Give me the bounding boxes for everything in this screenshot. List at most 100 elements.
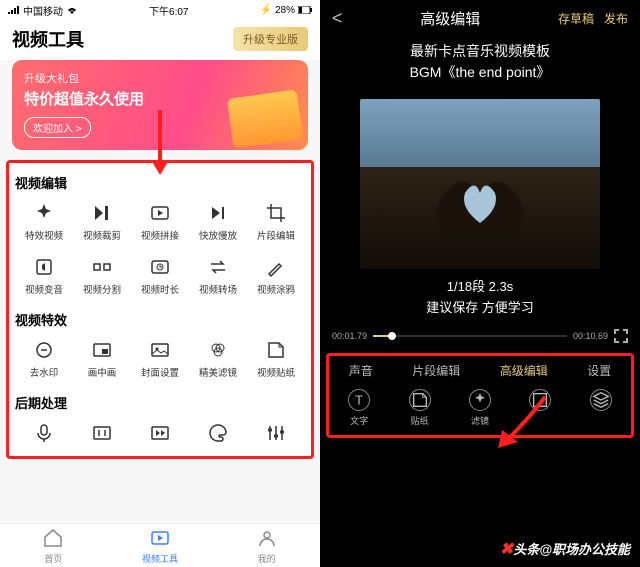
tool-cover[interactable]: 封面设置: [131, 333, 189, 387]
promo-cta[interactable]: 欢迎加入 >: [24, 117, 91, 138]
tool-label: 快放慢放: [199, 228, 237, 242]
tool-swap[interactable]: 视频转场: [189, 250, 247, 304]
annotation-arrow-icon: [145, 110, 175, 180]
tool-stamp[interactable]: 去水印: [15, 333, 73, 387]
sticker-icon: [409, 389, 431, 411]
nav-label: 我的: [258, 552, 276, 565]
tool-speed-box[interactable]: [131, 416, 189, 456]
sparkle-icon: [33, 202, 55, 224]
text-icon: T: [348, 389, 370, 411]
editor-tool-text[interactable]: T文字: [348, 389, 370, 427]
sound-box-icon: [33, 256, 55, 278]
tool-label: 精美滤镜: [199, 365, 237, 379]
svg-text:T: T: [355, 392, 363, 407]
fullscreen-icon[interactable]: [614, 329, 628, 343]
watermark: ✖头条@职场办公技能: [500, 539, 630, 559]
tool-label: 视频变音: [25, 282, 63, 296]
tool-equalizer[interactable]: [247, 416, 305, 456]
publish-button[interactable]: 发布: [604, 10, 628, 27]
nav-label: 视频工具: [142, 552, 178, 565]
timeline[interactable]: 00:01.79 00:10.69: [320, 329, 640, 343]
nav-home[interactable]: 首页: [0, 524, 107, 567]
editor-tabs-highlight-box: 声音 片段编辑 高级编辑 设置 T文字贴纸 滤镜: [326, 353, 634, 438]
equalizer-icon: [265, 422, 287, 444]
headline-2: BGM《the end point》: [320, 62, 640, 83]
tool-sticker[interactable]: 视频贴纸: [247, 333, 305, 387]
sticker-icon: [265, 339, 287, 361]
tab-声音[interactable]: 声音: [349, 362, 373, 379]
back-button[interactable]: <: [332, 8, 343, 29]
play-skip-icon: [91, 202, 113, 224]
wifi-icon: [66, 6, 78, 14]
progress-bar[interactable]: [373, 335, 567, 337]
tool-filter[interactable]: 精美滤镜: [189, 333, 247, 387]
tool-label: 画中画: [88, 365, 117, 379]
magic-icon: [469, 389, 491, 411]
tool-sparkle[interactable]: 特效视频: [15, 196, 73, 250]
clock-box-icon: [149, 256, 171, 278]
nav-play-outline[interactable]: 视频工具: [107, 524, 214, 567]
tool-label: 贴纸: [411, 414, 429, 427]
tool-label: 视频转场: [199, 282, 237, 296]
tool-palette[interactable]: [189, 416, 247, 456]
tool-play-skip[interactable]: 视频裁剪: [73, 196, 131, 250]
compress-icon: [91, 422, 113, 444]
tool-mic[interactable]: [15, 416, 73, 456]
bottom-nav: 首页视频工具 我的: [0, 523, 320, 567]
home-icon: [42, 527, 64, 551]
bolt-icon: ⚡: [260, 5, 272, 16]
editor-tool-layers[interactable]: [590, 389, 612, 427]
page-title: 视频工具: [12, 26, 84, 52]
editor-tool-sticker[interactable]: 贴纸: [409, 389, 431, 427]
save-draft-button[interactable]: 存草稿: [558, 10, 594, 27]
annotation-arrow-icon: [490, 392, 550, 452]
tool-brush[interactable]: 视频涂鸦: [247, 250, 305, 304]
tool-crop[interactable]: 片段编辑: [247, 196, 305, 250]
mic-icon: [33, 422, 55, 444]
tab-高级编辑[interactable]: 高级编辑: [500, 362, 548, 379]
skip-end-icon: [207, 202, 229, 224]
section-header: 后期处理: [15, 387, 305, 416]
tool-label: 去水印: [30, 365, 59, 379]
battery-pct: 28%: [275, 5, 295, 16]
tab-设置[interactable]: 设置: [587, 362, 611, 379]
tool-label: 视频拼接: [141, 228, 179, 242]
filter-icon: [207, 339, 229, 361]
tools-highlight-box: 视频编辑特效视频视频裁剪视频拼接快放慢放片段编辑视频变音视频分割视频时长视频转场…: [6, 160, 314, 459]
tool-label: 封面设置: [141, 365, 179, 379]
tool-label: 视频分割: [83, 282, 121, 296]
tool-skip-end[interactable]: 快放慢放: [189, 196, 247, 250]
tool-pip[interactable]: 画中画: [73, 333, 131, 387]
tool-compress[interactable]: [73, 416, 131, 456]
battery-icon: [298, 6, 312, 14]
time-start: 00:01.79: [332, 331, 367, 341]
tool-label: 视频裁剪: [83, 228, 121, 242]
video-preview[interactable]: [360, 99, 600, 269]
heart-hands-icon: [410, 143, 550, 243]
stamp-icon: [33, 339, 55, 361]
cover-icon: [149, 339, 171, 361]
playhead[interactable]: [388, 332, 396, 340]
carrier-label: 中国移动: [23, 3, 63, 18]
brush-icon: [265, 256, 287, 278]
signal-icon: [8, 6, 20, 14]
tool-split[interactable]: 视频分割: [73, 250, 131, 304]
status-bar: 中国移动 下午6:07 ⚡ 28%: [0, 0, 320, 20]
user-icon: [256, 527, 278, 551]
tool-label: 视频时长: [141, 282, 179, 296]
editor-tool-magic[interactable]: 滤镜: [469, 389, 491, 427]
time-end: 00:10.69: [573, 331, 608, 341]
tool-label: 滤镜: [471, 414, 489, 427]
nav-user[interactable]: 我的: [213, 524, 320, 567]
tool-sound-box[interactable]: 视频变音: [15, 250, 73, 304]
play-box-icon: [149, 202, 171, 224]
tab-片段编辑[interactable]: 片段编辑: [412, 362, 460, 379]
tool-clock-box[interactable]: 视频时长: [131, 250, 189, 304]
tool-play-box[interactable]: 视频拼接: [131, 196, 189, 250]
clock: 下午6:07: [149, 3, 188, 18]
tool-label: 视频贴纸: [257, 365, 295, 379]
swap-icon: [207, 256, 229, 278]
promo-line1: 升级大礼包: [24, 70, 296, 86]
upgrade-pro-button[interactable]: 升级专业版: [233, 27, 308, 51]
editor-title: 高级编辑: [420, 8, 480, 29]
